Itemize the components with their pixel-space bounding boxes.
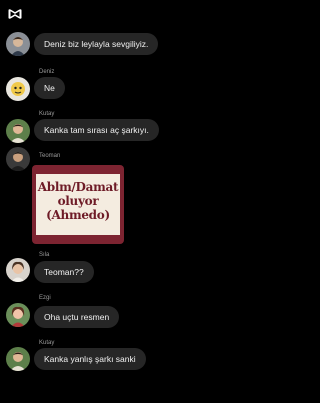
message-bubble[interactable]: Kanka tam sırası aç şarkıyı.: [34, 119, 159, 141]
avatar[interactable]: [6, 147, 30, 171]
avatar[interactable]: [6, 119, 30, 143]
message-bubble[interactable]: Oha uçtu resmen: [34, 306, 120, 328]
sender-name: Ezgi: [39, 295, 51, 301]
avatar[interactable]: [6, 258, 30, 282]
sender-name: Deniz: [39, 69, 55, 75]
message-bubble[interactable]: Teoman??: [34, 261, 94, 283]
message-bubble[interactable]: Kanka yanlış şarkı sanki: [34, 348, 146, 370]
media-text-line: Ablm/Damat: [37, 180, 119, 194]
avatar[interactable]: [6, 32, 30, 56]
media-message-card[interactable]: Ablm/Damat oluyor (Ahmedo): [32, 165, 124, 244]
avatar[interactable]: [6, 347, 30, 371]
sender-name: Teoman: [39, 153, 61, 159]
message-bubble[interactable]: Ne: [34, 77, 65, 99]
avatar[interactable]: [6, 303, 30, 327]
sender-name: Kutay: [39, 111, 55, 117]
media-text-line: oluyor: [57, 194, 99, 208]
avatar[interactable]: [6, 77, 30, 101]
capcut-logo-icon: [7, 6, 23, 22]
message-bubble[interactable]: Deniz biz leylayla sevgiliyiz.: [34, 33, 159, 55]
sender-name: Sıla: [39, 252, 50, 258]
media-image: Ablm/Damat oluyor (Ahmedo): [36, 174, 120, 235]
media-text-line: (Ahmedo): [46, 208, 110, 222]
sender-name: Kutay: [39, 340, 55, 346]
